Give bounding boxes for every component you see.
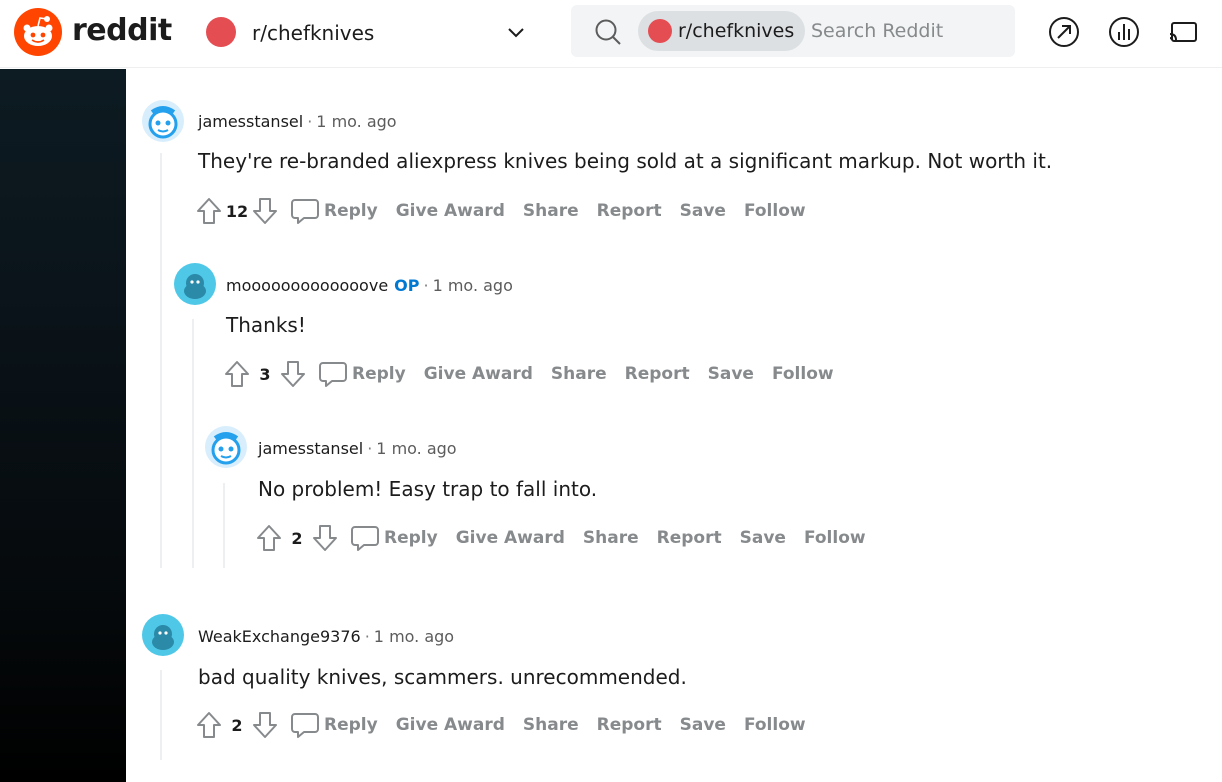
downvote-icon[interactable] xyxy=(278,358,308,390)
comment-actions: 2 Reply Give Award Share Report Save Fol… xyxy=(254,522,884,554)
reply-button[interactable]: Reply xyxy=(324,715,378,735)
search-scope-label: r/chefknives xyxy=(678,20,795,42)
report-button[interactable]: Report xyxy=(657,528,722,548)
comment-bubble-icon[interactable] xyxy=(316,358,350,390)
upvote-icon[interactable] xyxy=(222,358,252,390)
comment-actions: 12 Reply Give Award Share Report Save Fo… xyxy=(194,195,824,227)
share-button[interactable]: Share xyxy=(583,528,639,548)
avatar[interactable] xyxy=(205,426,247,468)
community-name: r/chefknives xyxy=(252,21,375,45)
reply-button[interactable]: Reply xyxy=(384,528,438,548)
comment-author[interactable]: WeakExchange9376 xyxy=(198,627,361,646)
comment-time[interactable]: 1 mo. ago xyxy=(433,276,513,295)
comment-body: No problem! Easy trap to fall into. xyxy=(258,477,598,501)
comment-meta: WeakExchange9376 · 1 mo. ago xyxy=(198,627,455,646)
stats-icon[interactable] xyxy=(1106,14,1142,50)
give-award-button[interactable]: Give Award xyxy=(456,528,565,548)
comment-body: bad quality knives, scammers. unrecommen… xyxy=(198,665,687,689)
comment-author[interactable]: jamesstansel xyxy=(198,112,303,131)
report-button[interactable]: Report xyxy=(597,715,662,735)
give-award-button[interactable]: Give Award xyxy=(424,364,533,384)
reply-button[interactable]: Reply xyxy=(352,364,406,384)
popular-icon[interactable] xyxy=(1046,14,1082,50)
comment-actions: 3 Reply Give Award Share Report Save Fol… xyxy=(222,358,852,390)
give-award-button[interactable]: Give Award xyxy=(396,715,505,735)
comment-bubble-icon[interactable] xyxy=(348,522,382,554)
reddit-wordmark[interactable]: reddit xyxy=(72,13,172,48)
search-scope-chip[interactable]: r/chefknives xyxy=(638,11,805,51)
save-button[interactable]: Save xyxy=(680,201,726,221)
comment-actions: 2 Reply Give Award Share Report Save Fol… xyxy=(194,709,824,741)
comment-bubble-icon[interactable] xyxy=(288,195,322,227)
comment-meta: jamesstansel · 1 mo. ago xyxy=(198,112,397,131)
search-input[interactable] xyxy=(811,13,1006,49)
share-button[interactable]: Share xyxy=(523,201,579,221)
top-header: reddit r/chefknives r/chefknives xyxy=(0,0,1222,68)
comment-bubble-icon[interactable] xyxy=(288,709,322,741)
background-panel xyxy=(0,69,126,782)
avatar[interactable] xyxy=(142,100,184,142)
report-button[interactable]: Report xyxy=(625,364,690,384)
follow-button[interactable]: Follow xyxy=(772,364,834,384)
comment-meta: mooooooooooooove OP · 1 mo. ago xyxy=(226,276,513,295)
upvote-icon[interactable] xyxy=(194,195,224,227)
chevron-down-icon xyxy=(508,28,524,38)
share-button[interactable]: Share xyxy=(523,715,579,735)
comment-time[interactable]: 1 mo. ago xyxy=(374,627,454,646)
thread-line[interactable] xyxy=(192,319,194,568)
report-button[interactable]: Report xyxy=(597,201,662,221)
comment-meta: jamesstansel · 1 mo. ago xyxy=(258,439,457,458)
search-icon xyxy=(595,19,621,45)
vote-score: 3 xyxy=(259,364,271,384)
comment-body: Thanks! xyxy=(226,313,306,337)
thread-line[interactable] xyxy=(223,483,225,568)
thread-line[interactable] xyxy=(160,153,162,568)
downvote-icon[interactable] xyxy=(310,522,340,554)
comment-time[interactable]: 1 mo. ago xyxy=(376,439,456,458)
vote-score: 2 xyxy=(291,528,303,548)
save-button[interactable]: Save xyxy=(708,364,754,384)
vote-score: 12 xyxy=(225,201,249,221)
save-button[interactable]: Save xyxy=(740,528,786,548)
subreddit-icon xyxy=(206,17,236,47)
avatar[interactable] xyxy=(174,263,216,305)
give-award-button[interactable]: Give Award xyxy=(396,201,505,221)
search-bar[interactable]: r/chefknives xyxy=(571,5,1015,57)
reply-button[interactable]: Reply xyxy=(324,201,378,221)
avatar[interactable] xyxy=(142,614,184,656)
comment-author[interactable]: mooooooooooooove xyxy=(226,276,388,295)
downvote-icon[interactable] xyxy=(250,195,280,227)
upvote-icon[interactable] xyxy=(194,709,224,741)
downvote-icon[interactable] xyxy=(250,709,280,741)
follow-button[interactable]: Follow xyxy=(804,528,866,548)
upvote-icon[interactable] xyxy=(254,522,284,554)
follow-button[interactable]: Follow xyxy=(744,715,806,735)
community-switcher[interactable]: r/chefknives xyxy=(200,10,536,54)
save-button[interactable]: Save xyxy=(680,715,726,735)
share-button[interactable]: Share xyxy=(551,364,607,384)
comment-thread: jamesstansel · 1 mo. ago They're re-brande… xyxy=(126,69,1222,782)
vote-score: 2 xyxy=(231,715,243,735)
comment-body: They're re-branded aliexpress knives bei… xyxy=(198,149,1053,173)
comment-author[interactable]: jamesstansel xyxy=(258,439,363,458)
comment-time[interactable]: 1 mo. ago xyxy=(316,112,396,131)
thread-line[interactable] xyxy=(160,670,162,760)
follow-button[interactable]: Follow xyxy=(744,201,806,221)
op-badge: OP xyxy=(394,276,420,295)
cast-icon[interactable] xyxy=(1166,14,1202,50)
subreddit-icon xyxy=(648,19,672,43)
reddit-logo-icon[interactable] xyxy=(14,8,62,56)
